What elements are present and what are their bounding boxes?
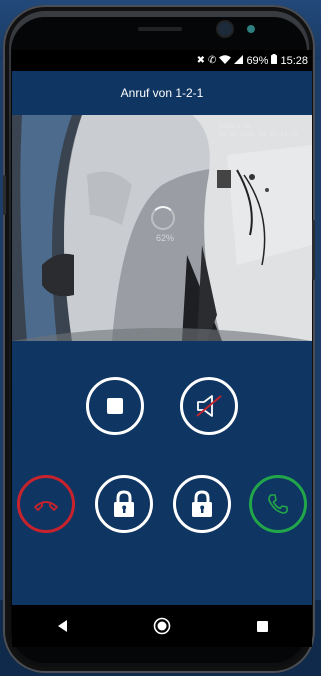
speaker-muted-icon (196, 395, 222, 417)
speaker-grille (138, 27, 182, 31)
battery-percent: 69% (246, 54, 269, 67)
stop-button[interactable] (86, 377, 144, 435)
mute-icon: ✖ (196, 55, 206, 66)
call-title: Anruf von 1-2-1 (120, 86, 204, 100)
lock-icon (114, 490, 134, 517)
navigation-bar (12, 605, 312, 647)
phone-screen: ✖ ✆ 69% 15:28 Anruf von 1-2-1 Camera 01 … (12, 50, 312, 647)
sensor-icon (247, 25, 255, 33)
door-camera-video: Camera 01 10-09-2020 Do 15:43:32 62% (12, 115, 312, 341)
lock-icon (192, 490, 212, 517)
recents-icon (256, 620, 268, 632)
speaker-mute-button[interactable] (180, 377, 238, 435)
home-button[interactable] (142, 611, 182, 641)
battery-icon (271, 54, 278, 67)
door-open-1-button[interactable] (95, 475, 153, 533)
vibrate-icon: ✆ (208, 55, 217, 66)
call-title-bar: Anruf von 1-2-1 (12, 71, 312, 115)
back-button[interactable] (42, 611, 82, 641)
stop-icon (107, 398, 123, 414)
recents-button[interactable] (242, 611, 282, 641)
volume-button (3, 175, 6, 215)
clock: 15:28 (280, 54, 308, 67)
loading-progress: 62% (155, 233, 174, 243)
phone-icon (268, 494, 288, 514)
video-timestamp: 10-09-2020 Do 15:43:32 (218, 131, 298, 138)
back-icon (58, 620, 67, 632)
loading-spinner-icon (151, 206, 175, 230)
status-bar: ✖ ✆ 69% 15:28 (12, 50, 312, 71)
front-camera-icon (218, 22, 232, 36)
camera-label: Camera 01 (218, 123, 252, 130)
video-overlay-text: Camera 01 10-09-2020 Do 15:43:32 (219, 123, 298, 139)
power-button (312, 220, 315, 280)
wifi-icon (219, 54, 232, 67)
signal-icon (234, 54, 244, 67)
door-open-2-button[interactable] (173, 475, 231, 533)
home-icon (153, 617, 171, 635)
phone-hangup-icon (34, 501, 58, 511)
accept-call-button[interactable] (249, 475, 307, 533)
hang-up-button[interactable] (17, 475, 75, 533)
